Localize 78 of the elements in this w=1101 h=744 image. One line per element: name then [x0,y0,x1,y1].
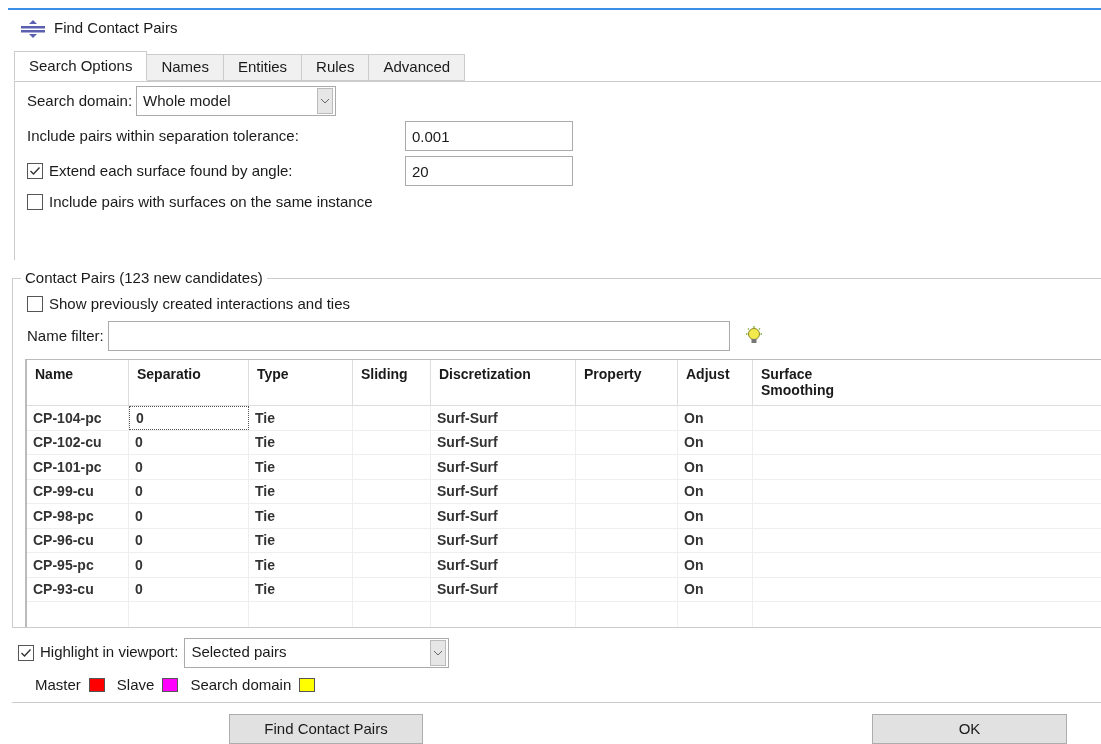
table-cell: CP-98-pc [27,504,129,528]
checkbox[interactable] [27,296,43,313]
table-cell: Surf-Surf [431,430,576,455]
checkbox-label: Show previously created interactions and ties [49,293,350,314]
table-cell: Tie [249,455,353,479]
highlight-dropdown[interactable]: Selected pairs [184,637,450,668]
table-cell: 0 [129,553,249,577]
field-label: Name filter: [27,326,104,347]
table-cell: CP-96-cu [27,528,129,553]
table-cell: Surf-Surf [431,455,576,479]
table-cell: Surf-Surf [431,577,576,602]
checkbox[interactable] [27,163,43,180]
checkbox[interactable] [18,644,34,661]
input-field[interactable]: 20 [405,156,573,187]
table-cell: 0 [129,528,249,553]
table-cell: Surf-Surf [431,406,576,430]
name-filter-field[interactable] [107,321,730,352]
table-cell: 0 [129,406,249,430]
input-field[interactable]: 0.001 [405,121,573,152]
table-cell: On [678,430,753,455]
checkbox[interactable] [27,194,43,211]
table-cell: 0 [129,577,249,602]
tab[interactable]: Entities [223,54,303,82]
field-label: Search domain: [27,90,133,111]
column-header[interactable]: Adjust [678,360,753,406]
table-cell: Tie [249,430,353,455]
search-domain-dropdown[interactable]: Whole model [136,86,337,117]
table-cell: 0 [129,479,249,504]
window-title: Find Contact Pairs [54,18,178,39]
table-cell: On [678,528,753,553]
checkbox-label: Highlight in viewport: [40,642,179,663]
column-header[interactable]: Property [576,360,678,406]
table-cell: 0 [129,430,249,455]
table-cell: On [678,553,753,577]
table-cell: Tie [249,406,353,430]
table-cell: CP-95-pc [27,553,129,577]
column-header[interactable]: Sliding [353,360,431,406]
tab[interactable]: Rules [302,54,370,82]
table-cell: Tie [249,528,353,553]
column-header[interactable]: Separatio [129,360,249,406]
table-cell: CP-99-cu [27,479,129,504]
table-cell: Tie [249,504,353,528]
checkmark-icon [20,646,32,659]
tab[interactable]: Names [147,54,224,82]
window-icon [20,19,46,38]
table-cell: CP-104-pc [27,406,129,430]
tab[interactable]: Search Options [14,51,148,82]
table-cell: On [678,577,753,602]
checkbox-label: Include pairs with surfaces on the same instance [49,192,373,213]
table-cell: 0 [129,504,249,528]
table-cell: Surf-Surf [431,528,576,553]
legend-label: Search domain [190,674,292,695]
dialog-button[interactable]: Find Contact Pairs [229,714,423,744]
table-cell: On [678,455,753,479]
column-header[interactable]: Type [249,360,353,406]
table-cell: On [678,504,753,528]
table-cell: CP-93-cu [27,577,129,602]
table-cell: Tie [249,479,353,504]
tab[interactable]: Advanced [369,54,466,82]
legend-label: Slave [116,674,155,695]
table-cell: Surf-Surf [431,553,576,577]
table-cell: 0 [129,455,249,479]
table-cell: CP-101-pc [27,455,129,479]
table-cell: Surf-Surf [431,479,576,504]
checkbox-label: Extend each surface found by angle: [49,160,294,181]
column-header[interactable]: Discretization [431,360,576,406]
table-cell: Tie [249,577,353,602]
column-header[interactable]: Name [27,360,129,406]
field-label: Include pairs within separation tolerance: [27,125,300,146]
dialog-button[interactable]: OK [872,714,1067,744]
column-header[interactable]: Surface Smoothing [753,360,1101,406]
table-cell: Surf-Surf [431,504,576,528]
table-cell: CP-102-cu [27,430,129,455]
legend-label: Master [35,674,81,695]
table-cell: On [678,406,753,430]
table-cell: On [678,479,753,504]
table-cell: Tie [249,553,353,577]
checkmark-icon [29,165,41,178]
